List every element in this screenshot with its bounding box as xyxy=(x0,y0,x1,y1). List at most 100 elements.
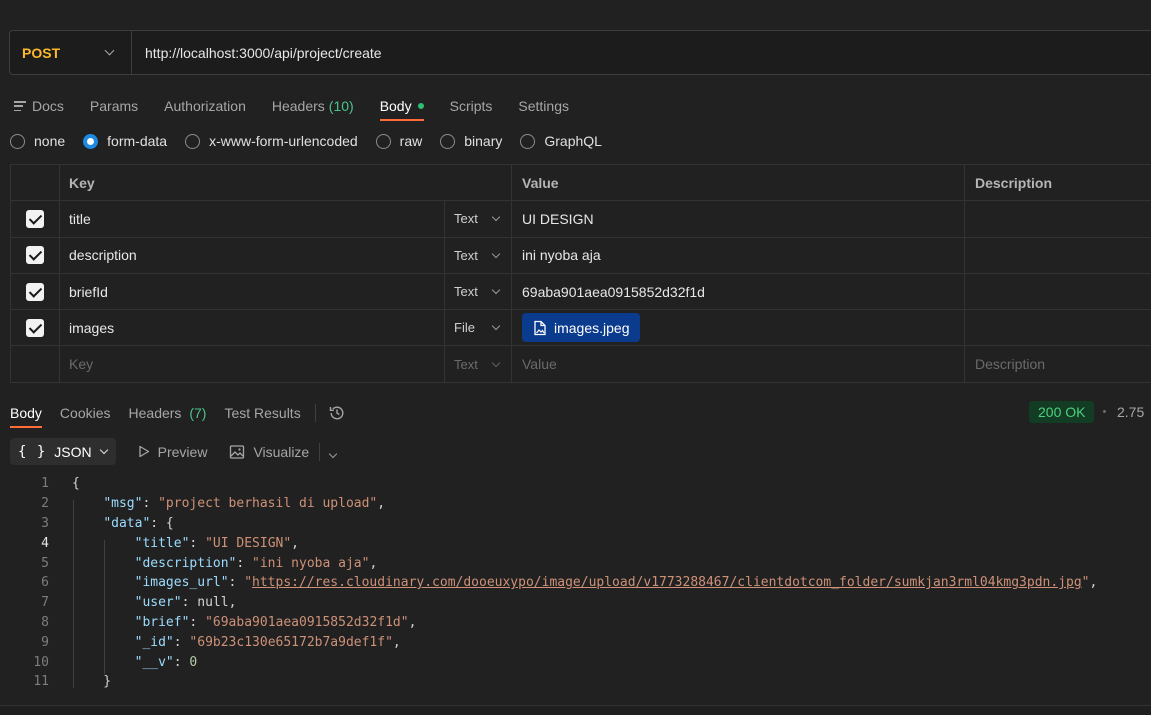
row-value[interactable]: 69aba901aea0915852d32f1d xyxy=(512,273,965,310)
type-select[interactable]: Text xyxy=(445,237,512,273)
separator-dot xyxy=(1103,410,1106,413)
checkbox-checked[interactable] xyxy=(26,209,44,228)
checkbox-checked[interactable] xyxy=(26,282,44,301)
code-line: 9 "_id": "69b23c130e65172b7a9def1f", xyxy=(41,634,401,650)
tab-scripts[interactable]: Scripts xyxy=(450,92,493,120)
chevron-down-icon xyxy=(99,445,108,454)
code-line: 3 "data": { xyxy=(41,515,174,531)
response-time[interactable]: 2.75 xyxy=(1117,404,1144,420)
images-url-link[interactable]: https://res.cloudinary.com/dooeuxypo/ima… xyxy=(252,575,1082,590)
header-description: Description xyxy=(965,165,1151,200)
tab-body[interactable]: Body xyxy=(379,92,424,121)
checkbox-checked[interactable] xyxy=(26,246,44,265)
tab-label: Settings xyxy=(518,98,569,114)
code-line: 6 "images_url": "https://res.cloudinary.… xyxy=(41,575,1098,591)
method-label: POST xyxy=(22,44,61,61)
method-select[interactable]: POST xyxy=(10,31,132,74)
file-image-icon xyxy=(534,320,546,335)
chevron-down-icon xyxy=(491,358,501,367)
url-input[interactable] xyxy=(132,31,1151,74)
code-line: 10 "__v": 0 xyxy=(33,654,198,670)
tab-headers[interactable]: Headers (10) xyxy=(272,92,354,120)
table-row: description Text ini nyoba aja xyxy=(10,237,1151,274)
radio-icon xyxy=(10,133,25,149)
format-select[interactable]: { } JSON xyxy=(10,438,116,465)
body-modified-dot xyxy=(417,103,424,109)
file-name: images.jpeg xyxy=(554,319,630,336)
new-description-input[interactable]: Description xyxy=(965,346,1151,381)
file-chip[interactable]: images.jpeg xyxy=(522,313,640,343)
chevron-down-icon xyxy=(491,249,501,258)
radio-urlencoded[interactable]: x-www-form-urlencoded xyxy=(185,133,358,149)
headers-count: (10) xyxy=(328,98,354,114)
row-key[interactable]: title xyxy=(60,201,445,237)
row-description[interactable] xyxy=(965,310,1151,345)
radio-icon xyxy=(520,133,536,149)
chevron-down-icon xyxy=(491,213,501,222)
radio-checked-icon xyxy=(83,133,99,149)
visualize-button[interactable]: Visualize xyxy=(229,444,309,460)
radio-icon xyxy=(440,133,456,149)
type-select[interactable]: Text xyxy=(445,273,512,310)
radio-icon xyxy=(185,133,201,149)
tab-label: Authorization xyxy=(164,98,246,114)
header-value: Value xyxy=(512,165,965,201)
response-tabs: Body Cookies Headers (7) Test Results xyxy=(10,403,346,428)
type-select[interactable]: Text xyxy=(445,201,512,237)
response-json-viewer[interactable]: 1 { 2 "msg": "project berhasil di upload… xyxy=(0,474,1151,692)
request-url-bar: POST xyxy=(9,30,1151,75)
row-key[interactable]: description xyxy=(60,237,445,273)
code-line: 7 "user": null, xyxy=(41,595,237,611)
row-description[interactable] xyxy=(965,201,1151,236)
status-badge[interactable]: 200 OK xyxy=(1029,401,1095,423)
tab-cookies[interactable]: Cookies xyxy=(60,405,111,421)
row-key[interactable]: briefId xyxy=(60,273,445,310)
code-line: 8 "brief": "69aba901aea0915852d32f1d", xyxy=(41,614,417,630)
type-select[interactable]: File xyxy=(445,310,512,346)
play-icon xyxy=(138,445,149,458)
preview-button[interactable]: Preview xyxy=(138,444,207,460)
form-data-table: Key Value Description title Text UI DESI… xyxy=(10,164,1151,383)
divider xyxy=(319,442,321,461)
response-headers-count: (7) xyxy=(189,405,207,421)
row-description[interactable] xyxy=(965,274,1151,309)
tab-docs[interactable]: Docs xyxy=(14,92,64,120)
checkbox-checked[interactable] xyxy=(26,318,44,337)
code-line: 1 { xyxy=(41,476,80,492)
tab-params[interactable]: Params xyxy=(90,92,138,120)
radio-graphql[interactable]: GraphQL xyxy=(520,133,602,149)
tab-test-results[interactable]: Test Results xyxy=(224,405,300,421)
tab-label: Params xyxy=(89,98,139,114)
code-line: 2 "msg": "project berhasil di upload", xyxy=(41,496,386,512)
radio-raw[interactable]: raw xyxy=(375,133,422,149)
row-key[interactable]: images xyxy=(60,310,445,346)
chevron-down-icon xyxy=(104,45,115,56)
new-value-input[interactable]: Value xyxy=(512,346,965,382)
tab-authorization[interactable]: Authorization xyxy=(164,92,246,120)
code-line: 5 "description": "ini nyoba aja", xyxy=(41,555,378,571)
radio-form-data[interactable]: form-data xyxy=(83,133,167,149)
tab-label: Headers xyxy=(271,98,325,114)
table-row: title Text UI DESIGN xyxy=(10,201,1151,238)
tab-response-headers[interactable]: Headers (7) xyxy=(129,405,207,421)
braces-icon: { } xyxy=(18,443,47,460)
chevron-down-icon xyxy=(491,285,501,295)
tab-label: Scripts xyxy=(449,98,493,114)
chevron-down-icon xyxy=(491,322,501,331)
chevron-down-icon xyxy=(328,449,338,458)
row-value[interactable]: UI DESIGN xyxy=(512,201,965,237)
new-key-input[interactable]: Key xyxy=(60,346,445,382)
docs-icon xyxy=(14,101,26,111)
radio-binary[interactable]: binary xyxy=(440,133,502,149)
radio-none[interactable]: none xyxy=(10,133,65,149)
type-select[interactable]: Text xyxy=(445,346,512,382)
row-value[interactable]: ini nyoba aja xyxy=(512,237,965,273)
row-description[interactable] xyxy=(965,238,1151,273)
tab-response-body[interactable]: Body xyxy=(10,405,42,428)
more-options-button[interactable] xyxy=(328,444,338,460)
code-line: 11 } xyxy=(33,674,112,690)
format-label: JSON xyxy=(54,443,92,460)
tab-settings[interactable]: Settings xyxy=(518,92,569,120)
history-icon[interactable] xyxy=(328,404,346,422)
tab-label: Body xyxy=(379,98,412,114)
